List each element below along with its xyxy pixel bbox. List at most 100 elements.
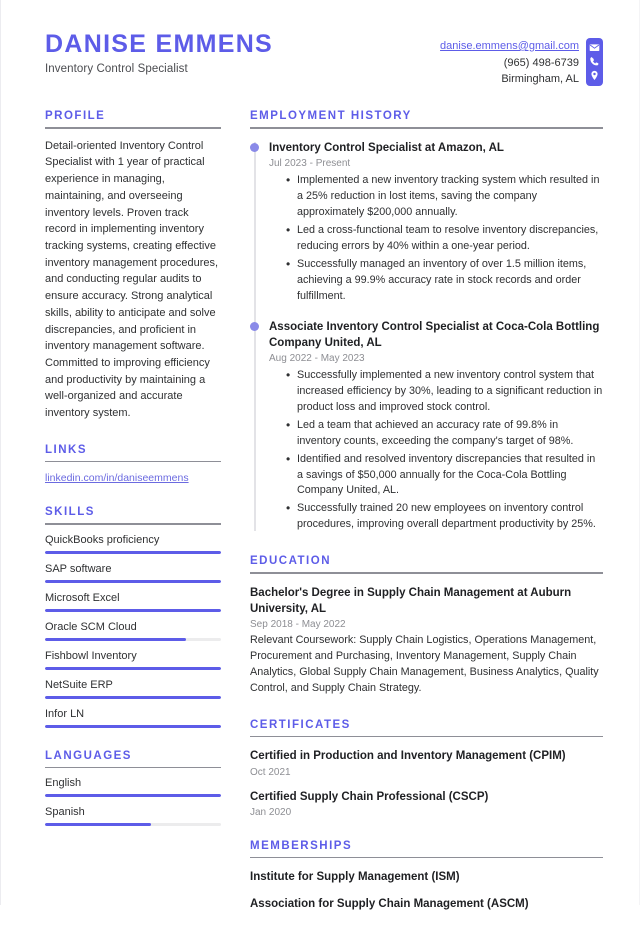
employment-date: Aug 2022 - May 2023 [269, 352, 365, 364]
language-item: Spanish [45, 806, 221, 827]
envelope-icon [589, 42, 600, 53]
contact-block: danise.emmens@gmail.com (965) 498-6739 B… [440, 38, 603, 88]
skill-item: SAP software [45, 563, 221, 583]
skill-bar-track [45, 666, 221, 670]
section-divider [250, 735, 603, 738]
membership-title: Association for Supply Chain Management … [250, 898, 529, 911]
section-title-education: EDUCATION [250, 555, 332, 568]
linkedin-link[interactable]: linkedin.com/in/daniseemmens [45, 472, 189, 484]
left-column: PROFILE Detail-oriented Inventory Contro… [45, 110, 221, 848]
skill-bar-track [45, 637, 221, 641]
certificate-date: Oct 2021 [250, 766, 291, 778]
section-title-skills: SKILLS [45, 506, 95, 519]
bullet-item: Led a cross-functional team to resolve i… [286, 222, 603, 255]
education-description: Relevant Coursework: Supply Chain Logist… [250, 634, 599, 694]
language-bar-track [45, 794, 221, 798]
language-bar-fill [45, 794, 221, 798]
skill-item: QuickBooks proficiency [45, 534, 221, 554]
employment-entry: Associate Inventory Control Specialist a… [250, 319, 603, 534]
skill-item: Microsoft Excel [45, 592, 221, 612]
skill-label: NetSuite ERP [45, 678, 113, 691]
contact-phone: (965) 498-6739 [503, 56, 579, 69]
skill-item: Fishbowl Inventory [45, 650, 221, 670]
certificate-date: Jan 2020 [250, 806, 292, 818]
skill-label: Infor LN [45, 707, 85, 720]
skill-bar-fill [45, 608, 221, 612]
skill-label: Microsoft Excel [45, 591, 120, 604]
skill-bar-track [45, 608, 221, 612]
section-title-languages: LANGUAGES [45, 749, 132, 762]
skill-bar-fill [45, 579, 221, 583]
bullet-item: Successfully managed an inventory of ove… [286, 256, 603, 305]
education-title: Bachelor's Degree in Supply Chain Manage… [250, 586, 572, 615]
certificate-entry: Certified Supply Chain Professional (CSC… [250, 789, 603, 818]
membership-entry: Institute for Supply Management (ISM) [250, 869, 603, 885]
section-divider [250, 572, 603, 574]
skill-bar-track [45, 579, 221, 583]
skill-bar-fill [45, 550, 221, 554]
contact-email-row: danise.emmens@gmail.com [440, 38, 579, 55]
bullet-item: Identified and resolved inventory discre… [286, 451, 603, 500]
identity-block: DANISE EMMENS Inventory Control Speciali… [45, 30, 273, 75]
skill-item: Infor LN [45, 708, 221, 728]
link-item: linkedin.com/in/daniseemmens [45, 472, 221, 484]
section-certificates: CERTIFICATES Certified in Production and… [250, 719, 603, 818]
section-employment-history: EMPLOYMENT HISTORY Inventory Control Spe… [250, 110, 603, 533]
section-divider [45, 460, 221, 463]
section-memberships: MEMBERSHIPS Institute for Supply Managem… [250, 840, 603, 913]
bullet-item: Successfully trained 20 new employees on… [286, 500, 603, 533]
employment-bullets: Successfully implemented a new inventory… [269, 367, 603, 534]
contact-email-link[interactable]: danise.emmens@gmail.com [440, 40, 579, 52]
employment-entry: Inventory Control Specialist at Amazon, … [250, 140, 603, 305]
membership-entry: Association for Supply Chain Management … [250, 896, 603, 912]
employment-bullets: Implemented a new inventory tracking sys… [269, 172, 603, 305]
right-column: EMPLOYMENT HISTORY Inventory Control Spe… [250, 110, 603, 934]
education-date: Sep 2018 - May 2022 [250, 619, 346, 631]
skill-label: Fishbowl Inventory [45, 649, 137, 662]
candidate-name: DANISE EMMENS [45, 30, 274, 58]
skill-bar-fill [45, 724, 221, 728]
skill-bar-fill [45, 637, 186, 641]
bullet-item: Led a team that achieved an accuracy rat… [286, 417, 603, 450]
education-entry: Bachelor's Degree in Supply Chain Manage… [250, 585, 603, 697]
employment-timeline: Inventory Control Specialist at Amazon, … [250, 140, 603, 534]
phone-icon [589, 56, 600, 67]
location-pin-icon [589, 70, 600, 81]
skill-bar-track [45, 695, 221, 699]
contact-location: Birmingham, AL [501, 73, 579, 86]
skill-bar-track [45, 550, 221, 554]
profile-summary-text: Detail-oriented Inventory Control Specia… [45, 139, 219, 420]
section-divider [250, 127, 603, 129]
section-languages: LANGUAGES English Spanish [45, 750, 221, 827]
language-bar-fill [45, 823, 151, 827]
section-divider [45, 766, 221, 769]
skill-label: SAP software [45, 562, 112, 575]
membership-title: Institute for Supply Management (ISM) [250, 871, 460, 884]
bullet-item: Successfully implemented a new inventory… [286, 367, 603, 416]
section-skills: SKILLS QuickBooks proficiency SAP softwa… [45, 506, 221, 728]
candidate-job-title: Inventory Control Specialist [45, 62, 188, 75]
skill-label: QuickBooks proficiency [45, 533, 160, 546]
employment-title: Inventory Control Specialist at Amazon, … [269, 141, 504, 154]
resume-page: DANISE EMMENS Inventory Control Speciali… [0, 0, 640, 910]
timeline-dot-icon [250, 142, 259, 152]
section-links: LINKS linkedin.com/in/daniseemmens [45, 443, 221, 484]
skill-label: Oracle SCM Cloud [45, 620, 137, 633]
timeline-dot-icon [250, 321, 259, 331]
section-title-links: LINKS [45, 443, 87, 456]
employment-date: Jul 2023 - Present [269, 157, 351, 169]
section-title-employment: EMPLOYMENT HISTORY [250, 110, 412, 123]
section-divider [250, 856, 603, 859]
resume-body: PROFILE Detail-oriented Inventory Contro… [45, 110, 603, 934]
section-title-profile: PROFILE [45, 110, 106, 123]
contact-icon-column [586, 38, 603, 86]
contact-details: danise.emmens@gmail.com (965) 498-6739 B… [440, 38, 579, 88]
section-divider [45, 523, 221, 525]
language-item: English [45, 777, 221, 798]
bullet-item: Implemented a new inventory tracking sys… [286, 172, 603, 221]
section-education: EDUCATION Bachelor's Degree in Supply Ch… [250, 555, 603, 697]
resume-header: DANISE EMMENS Inventory Control Speciali… [45, 30, 603, 94]
employment-title: Associate Inventory Control Specialist a… [269, 320, 600, 349]
section-divider [45, 127, 221, 129]
language-label: English [45, 777, 82, 790]
